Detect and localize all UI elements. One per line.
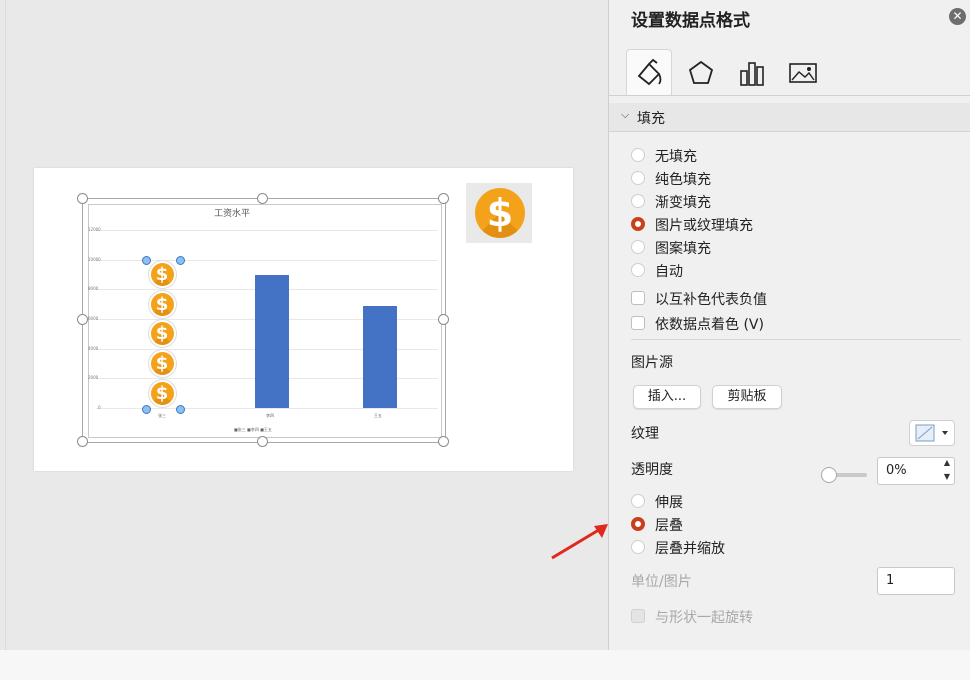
radio-label: 伸展 (655, 495, 683, 511)
bar[interactable] (255, 274, 289, 408)
checkbox[interactable] (631, 291, 645, 305)
bar-coin-fill[interactable]: $ (148, 290, 176, 318)
selection-handle[interactable] (176, 405, 185, 414)
category-label: 李四 (266, 413, 274, 418)
resize-handle[interactable] (77, 193, 88, 204)
tab-fill-line[interactable] (626, 49, 672, 96)
selection-handle[interactable] (142, 405, 151, 414)
bar-coin-fill[interactable]: $ (148, 379, 176, 407)
picture-icon (789, 63, 817, 83)
texture-label: 纹理 (631, 426, 659, 442)
series-options-icon (740, 62, 764, 86)
radio-label: 图案填充 (655, 241, 711, 257)
dollar-glyph: $ (155, 353, 169, 374)
transparency-slider-knob[interactable] (821, 467, 837, 483)
red-arrow-icon (551, 524, 608, 560)
radio-button-selected[interactable] (631, 217, 645, 231)
radio-label: 图片或纹理填充 (655, 218, 753, 234)
checkbox-disabled[interactable] (631, 609, 645, 623)
bar-coin-fill[interactable]: $ (148, 350, 176, 377)
checkbox-label: 依数据点着色 (V) (655, 317, 764, 333)
resize-handle[interactable] (438, 193, 449, 204)
transparency-value: 0% (886, 463, 907, 478)
category-label: 王五 (374, 413, 382, 418)
canvas-edge (5, 0, 6, 650)
dollar-glyph: $ (155, 323, 169, 345)
transparency-input[interactable]: 0% ▲ ▼ (877, 457, 955, 485)
checkbox-label: 以互补色代表负值 (655, 292, 767, 308)
y-tick-label: 10000 (88, 256, 101, 262)
stepper-icon[interactable]: ▲ ▼ (944, 456, 950, 484)
dollar-glyph: $ (155, 264, 169, 285)
radio-label: 层叠并缩放 (655, 541, 725, 557)
resize-handle[interactable] (438, 314, 449, 325)
tab-picture[interactable] (781, 49, 825, 95)
radio-label: 自动 (655, 264, 683, 280)
radio-button[interactable] (631, 540, 645, 554)
transparency-label: 透明度 (631, 462, 673, 478)
resize-handle[interactable] (257, 193, 268, 204)
tab-series-options[interactable] (730, 49, 774, 95)
units-per-picture-label: 单位/图片 (631, 574, 692, 590)
resize-handle[interactable] (438, 436, 449, 447)
radio-button[interactable] (631, 148, 645, 162)
radio-button[interactable] (631, 263, 645, 277)
dollar-coin-icon: $ (475, 188, 525, 238)
status-area (0, 650, 970, 680)
y-tick-label: 8000 (88, 286, 99, 292)
clipboard-button[interactable]: 剪贴板 (712, 385, 782, 409)
panel-title: 设置数据点格式 (631, 11, 750, 31)
texture-picker[interactable] (909, 420, 955, 446)
radio-label: 渐变填充 (655, 195, 711, 211)
texture-icon (915, 424, 948, 442)
tab-divider (609, 95, 970, 96)
radio-button[interactable] (631, 171, 645, 185)
y-tick-label: 12000 (88, 227, 101, 232)
bar-coin-fill[interactable]: $ (148, 261, 176, 288)
chart-title[interactable]: 工资水平 (214, 206, 250, 219)
radio-button[interactable] (631, 194, 645, 208)
resize-handle[interactable] (257, 436, 268, 447)
y-tick-label: 6000 (88, 316, 99, 321)
dollar-coin-image[interactable]: $ (466, 183, 532, 243)
bar-coin-fill[interactable]: $ (148, 320, 176, 348)
bar[interactable] (363, 305, 397, 408)
radio-button-selected[interactable] (631, 517, 645, 531)
chart-legend[interactable]: ■张三 ■李四 ■王五 (234, 427, 272, 433)
tab-effects[interactable] (679, 49, 723, 95)
resize-handle[interactable] (77, 314, 88, 325)
gridline (96, 230, 438, 231)
picture-source-label: 图片源 (631, 355, 673, 371)
units-per-picture-value: 1 (886, 573, 895, 588)
format-data-point-panel: 设置数据点格式 ✕ ⌵ 填充 无填充 纯色填充 渐变填充 图片或纹理填充 图案填… (608, 0, 970, 650)
y-tick-label: 4000 (88, 345, 99, 351)
selection-handle[interactable] (176, 256, 185, 265)
insert-button[interactable]: 插入... (633, 385, 701, 409)
checkbox[interactable] (631, 316, 645, 330)
dollar-glyph: $ (155, 382, 169, 404)
category-label: 张三 (158, 413, 166, 418)
radio-label: 无填充 (655, 149, 697, 165)
resize-handle[interactable] (77, 436, 88, 447)
units-per-picture-input[interactable]: 1 (877, 567, 955, 595)
dollar-glyph: $ (155, 293, 169, 315)
effects-icon (688, 60, 714, 84)
close-icon[interactable]: ✕ (949, 8, 966, 25)
divider (631, 339, 961, 340)
section-fill-header[interactable]: ⌵ 填充 (609, 103, 970, 132)
chevron-down-icon: ⌵ (621, 108, 630, 121)
radio-label: 纯色填充 (655, 172, 711, 188)
fill-line-icon (637, 58, 662, 86)
section-fill-label: 填充 (637, 111, 665, 127)
y-tick-label: 2000 (88, 375, 99, 381)
y-tick-label: 0 (98, 405, 101, 410)
radio-button[interactable] (631, 240, 645, 254)
radio-button[interactable] (631, 494, 645, 508)
radio-label: 层叠 (655, 518, 683, 534)
checkbox-label: 与形状一起旋转 (655, 610, 753, 626)
